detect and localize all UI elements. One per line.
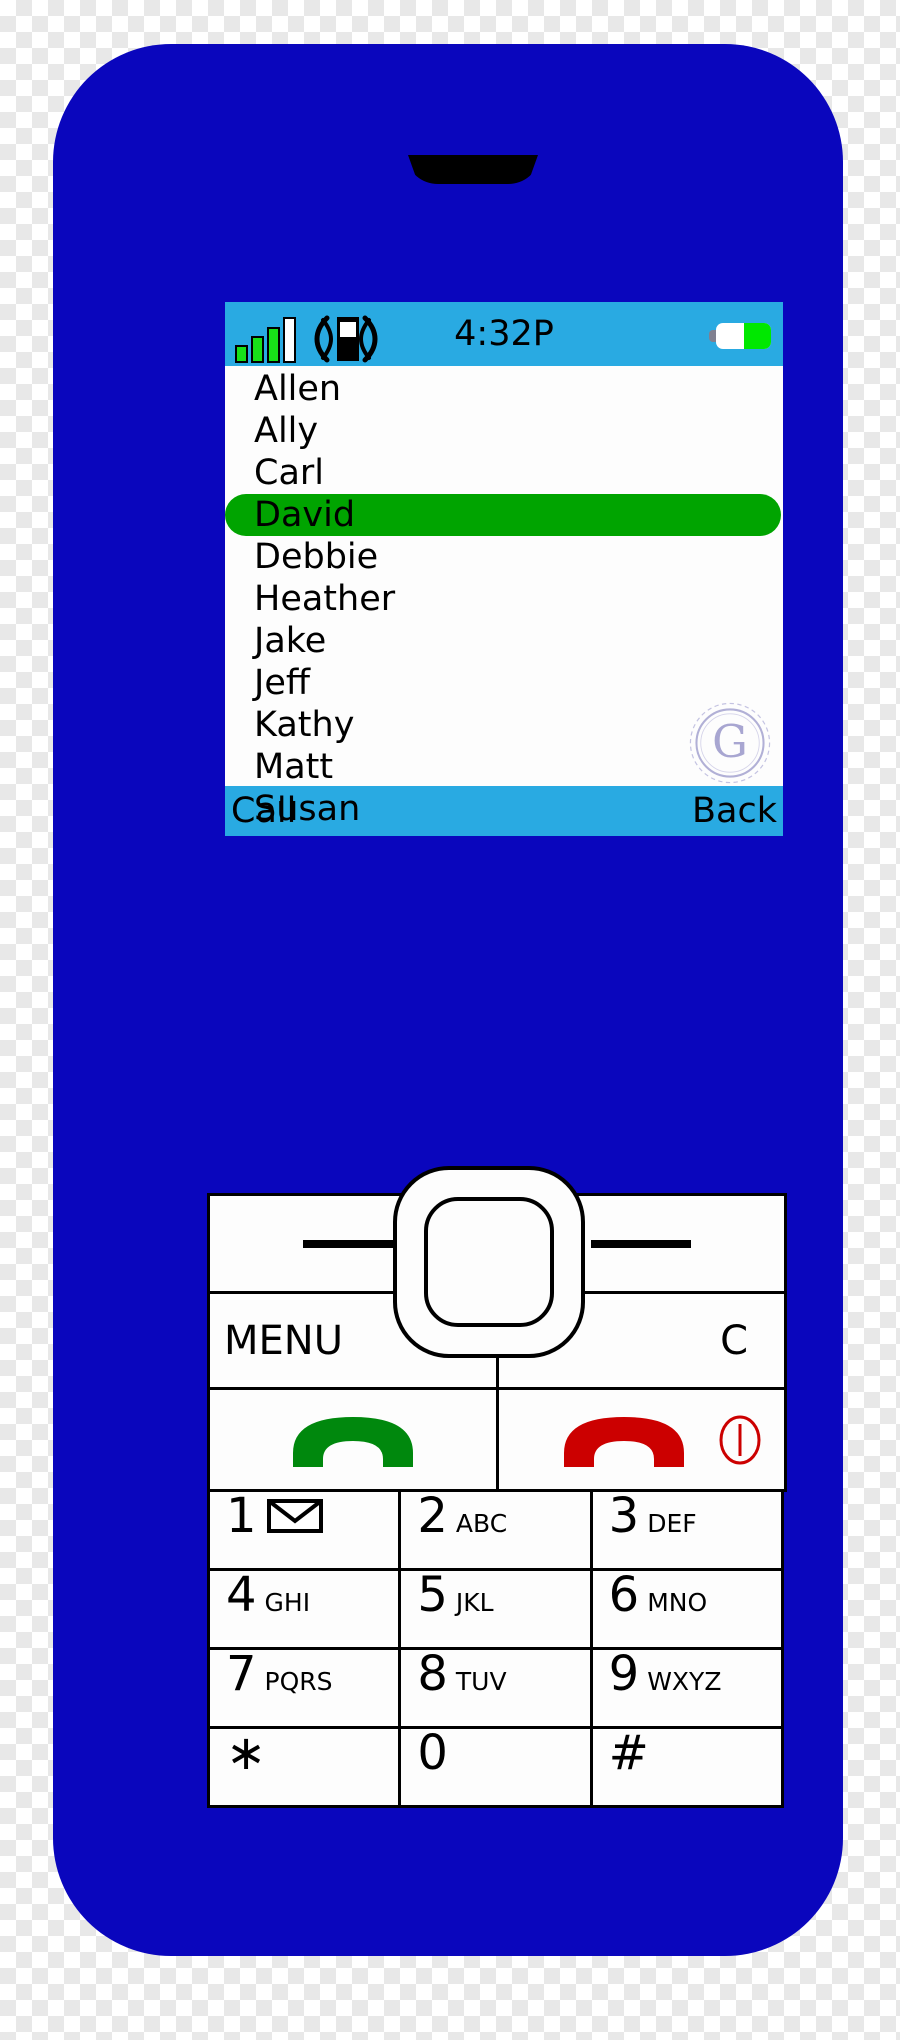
left-softkey-dash-icon (302, 1239, 403, 1248)
contact-name: Matt (254, 747, 334, 787)
contact-list-item[interactable]: Ally (225, 410, 783, 452)
key-letters-label: MNO (647, 1588, 708, 1617)
earpiece-speaker-icon (408, 155, 538, 184)
key-1[interactable]: 1 (207, 1488, 402, 1571)
key-digit-label: 0 (417, 1725, 448, 1781)
key-letters-label: TUV (455, 1667, 507, 1696)
right-softkey-dash-icon (591, 1239, 692, 1248)
envelope-icon (266, 1499, 323, 1533)
key-digit-label: 1 (226, 1488, 257, 1544)
battery-fill (743, 323, 771, 349)
status-bar: 4:32P (225, 302, 783, 366)
key-letters-label: ABC (455, 1509, 508, 1538)
key-letters-label: GHI (264, 1588, 311, 1617)
key-letters-label: PQRS (264, 1667, 333, 1696)
contact-list[interactable]: Allen Ally Carl David Debbie Heather Jake Jeff K… (225, 366, 783, 829)
key-9[interactable]: 9 WXYZ (589, 1646, 784, 1729)
contact-name: Susan (254, 789, 361, 829)
key-letters-label: WXYZ (647, 1667, 722, 1696)
contact-list-item[interactable]: Jake (225, 620, 783, 662)
red-handset-icon (564, 1416, 685, 1467)
key-digit-label: 6 (608, 1567, 640, 1623)
key-0[interactable]: 0 (398, 1725, 593, 1808)
key-digit-label: 7 (226, 1646, 257, 1702)
contact-list-item[interactable]: Allen (225, 368, 783, 410)
contact-list-item[interactable]: David (225, 494, 781, 536)
contact-list-item[interactable]: Jeff (225, 662, 783, 704)
key-letters-label: DEF (647, 1509, 697, 1538)
key-4[interactable]: 4 GHI (207, 1567, 402, 1650)
battery-icon (709, 323, 771, 349)
contact-name: David (254, 495, 356, 535)
key-8[interactable]: 8 TUV (398, 1646, 593, 1729)
keypad-row: ∗ 0 # (207, 1725, 793, 1808)
status-bar-clock: 4:32P (454, 314, 554, 354)
key-digit-label: 9 (608, 1646, 640, 1702)
contact-list-item[interactable]: Carl (225, 452, 783, 494)
green-handset-icon (292, 1416, 413, 1467)
key-digit-label: 3 (608, 1488, 640, 1544)
contact-name: Ally (254, 411, 319, 451)
key-digit-label: 8 (417, 1646, 448, 1702)
contact-name: Debbie (254, 537, 379, 577)
keypad-row: 7 PQRS 8 TUV 9 WXYZ (207, 1646, 793, 1729)
end-call-button[interactable] (495, 1387, 787, 1492)
contact-list-item[interactable]: Debbie (225, 536, 783, 578)
menu-button-label: MENU (224, 1317, 343, 1364)
contact-name: Jake (254, 621, 327, 661)
phone-screen: 4:32P Allen Ally Carl David Debbie Heather Jak… (225, 302, 783, 836)
contact-name: Jeff (254, 663, 310, 703)
keypad-row: 4 GHI 5 JKL 6 MNO (207, 1567, 793, 1650)
navigation-pad-center-button[interactable] (424, 1197, 554, 1327)
keypad-digit-grid: 1 2 ABC 3 DEF 4 GHI 5 JKL 6 MNO 7 PQRS 8 TUV 9 WXYZ ∗ 0 # (207, 1488, 793, 1808)
send-call-button[interactable] (207, 1387, 499, 1492)
key-letters-label: JKL (455, 1588, 494, 1617)
key-digit-label: # (608, 1725, 649, 1781)
keypad-call-row (207, 1387, 793, 1492)
navigation-pad-button[interactable] (393, 1166, 585, 1358)
phone-body: 4:32P Allen Ally Carl David Debbie Heather Jak… (53, 44, 843, 1956)
key-digit-label: ∗ (226, 1725, 267, 1781)
contact-list-item[interactable]: Heather (225, 578, 783, 620)
keypad-row: 1 2 ABC 3 DEF (207, 1488, 793, 1571)
key-digit-label: 5 (417, 1567, 448, 1623)
contact-list-item[interactable]: Susan (225, 788, 783, 830)
key-3[interactable]: 3 DEF (589, 1488, 784, 1571)
contact-name: Carl (254, 453, 324, 493)
key-5[interactable]: 5 JKL (398, 1567, 593, 1650)
contact-name: Heather (254, 579, 396, 619)
key-2[interactable]: 2 ABC (398, 1488, 593, 1571)
contact-name: Allen (254, 369, 342, 409)
contact-list-item[interactable]: Kathy (225, 704, 783, 746)
power-icon (719, 1415, 761, 1464)
contact-name: Kathy (254, 705, 355, 745)
key-hash[interactable]: # (589, 1725, 784, 1808)
key-star[interactable]: ∗ (207, 1725, 402, 1808)
contact-list-item[interactable]: Matt (225, 746, 783, 788)
key-digit-label: 4 (226, 1567, 257, 1623)
key-6[interactable]: 6 MNO (589, 1567, 784, 1650)
key-7[interactable]: 7 PQRS (207, 1646, 402, 1729)
key-digit-label: 2 (417, 1488, 448, 1544)
clear-button-label: C (720, 1317, 748, 1364)
battery-shell (716, 323, 771, 349)
